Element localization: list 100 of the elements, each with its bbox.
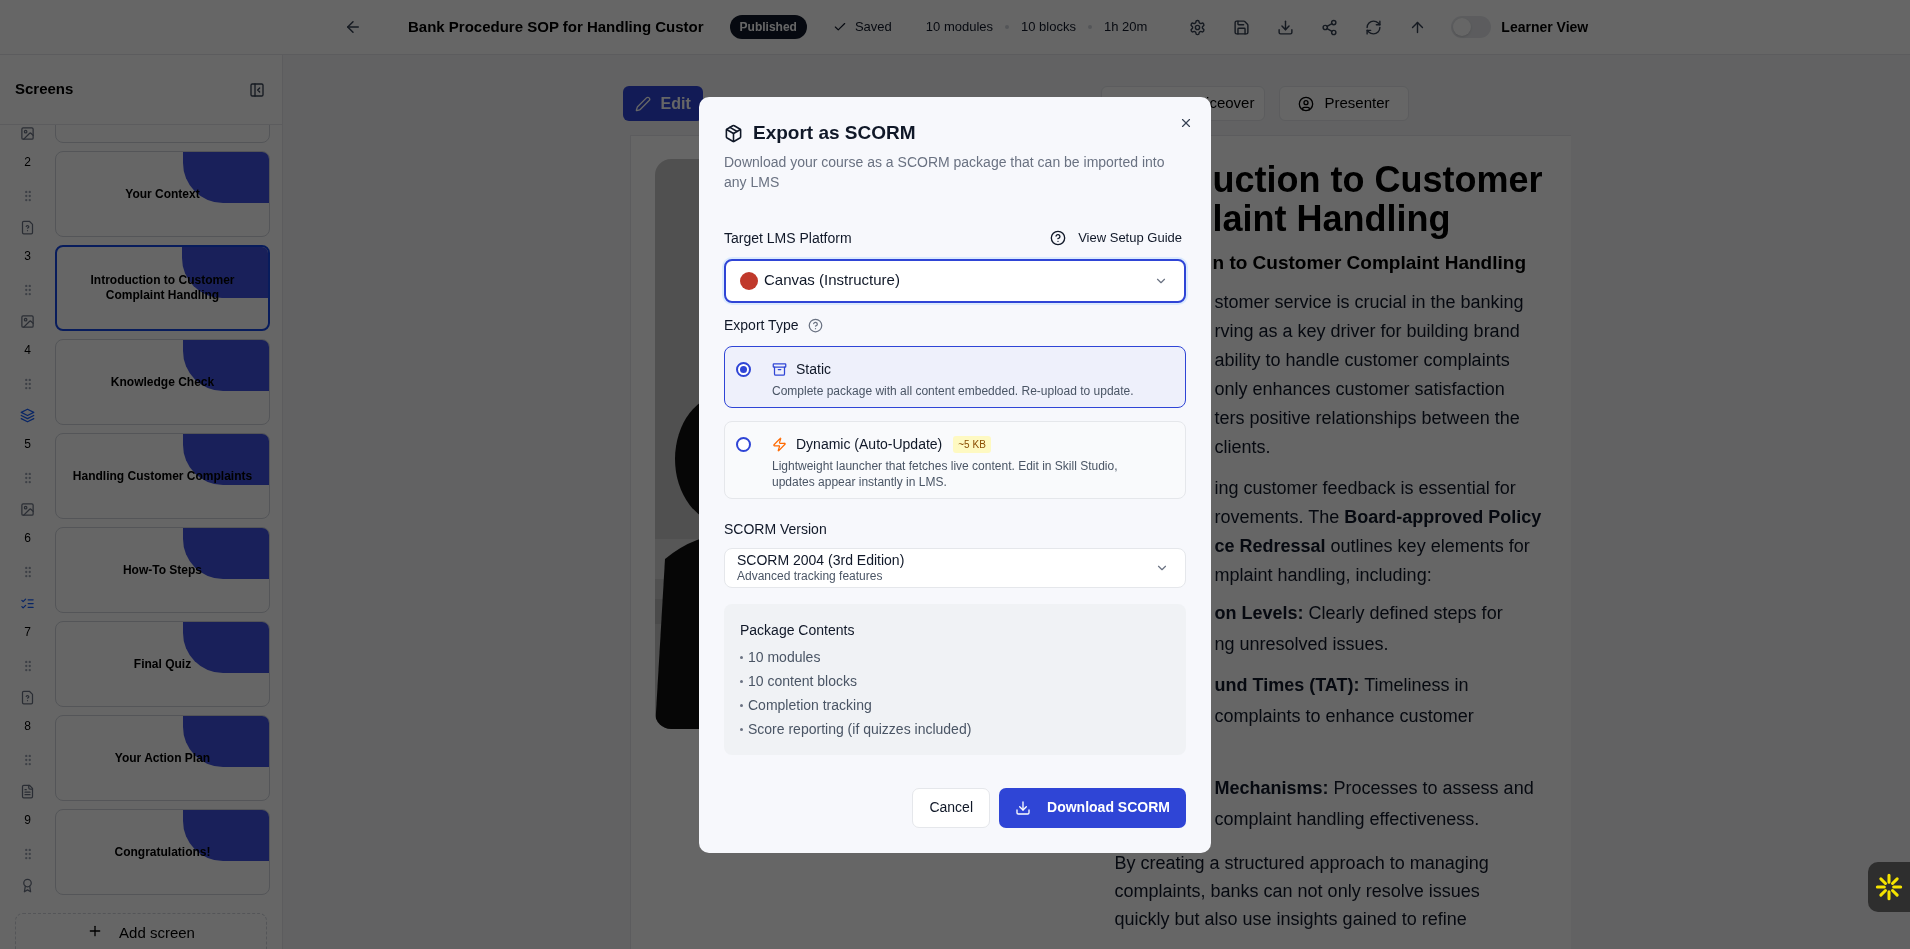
paragraph-text: quickly but also use insights gained to refine (1114, 908, 1467, 931)
bullet-text: Mechanisms: Processes to assess and (1214, 777, 1534, 800)
archive-icon (772, 361, 787, 377)
share-icon (1320, 18, 1338, 36)
slide-subheading: n to Customer Complaint Handling (1212, 251, 1526, 275)
bullet-text: ng unresolved issues. (1214, 633, 1389, 656)
screen-number: 4 (24, 342, 31, 359)
paragraph-text: ability to handle customer complaints (1214, 349, 1510, 372)
slide-heading: laint Handling (1212, 199, 1451, 238)
layers-icon (20, 408, 35, 423)
cancel-button[interactable]: Cancel (912, 787, 990, 828)
dialog-title: Export as SCORM (753, 121, 916, 145)
paragraph-text: rovements. The Board-approved Policy (1214, 506, 1542, 529)
scorm-version-select[interactable]: SCORM 2004 (3rd Edition) Advanced tracking features (724, 547, 1186, 588)
radio-button[interactable] (736, 361, 751, 377)
list-item: 10 content blocks (748, 672, 857, 691)
edit-button[interactable]: Edit (622, 86, 703, 121)
field-label: Target LMS Platform (724, 228, 852, 248)
option-title: Static (796, 359, 831, 379)
paragraph-text: stomer service is crucial in the banking (1214, 291, 1524, 314)
save-icon (1232, 18, 1250, 36)
select-description: Advanced tracking features (737, 569, 884, 583)
paragraph-text: complaints, banks can not only resolve issues (1114, 880, 1480, 903)
field-label: SCORM Version (724, 519, 828, 539)
course-stat: 10 modules (925, 18, 994, 37)
option-title: Dynamic (Auto-Update) (796, 434, 943, 454)
image-icon (20, 314, 35, 329)
user-circle-icon (1298, 95, 1315, 112)
screen-number: 2 (24, 154, 31, 171)
screen-title: How-To Steps (122, 562, 203, 578)
screen-title: Final Quiz (133, 656, 192, 672)
course-stat: 1h 20m (1103, 18, 1148, 37)
radio-button[interactable] (736, 436, 751, 452)
question-icon (20, 220, 35, 235)
setup-guide-link[interactable]: View Setup Guide (1050, 228, 1182, 248)
paragraph-text: only enhances customer satisfaction (1214, 378, 1505, 401)
download-icon (1015, 799, 1032, 816)
paragraph-text: ters positive relationships between the (1214, 407, 1520, 430)
export-option[interactable]: Dynamic (Auto-Update) ~5 KB Lightweight launcher that fetches live content. Edit in Skill Studio, updates appear instantly in LMS. (724, 420, 1186, 499)
slide-heading: uction to Customer (1212, 160, 1543, 199)
lightning-icon (772, 436, 787, 452)
save-status: Saved (854, 18, 892, 37)
list-item: 10 modules (748, 648, 821, 667)
question-icon (20, 690, 35, 705)
screen-number: 3 (24, 248, 31, 265)
paragraph-text: clients. (1214, 436, 1271, 459)
screen-card[interactable]: How-To Steps (55, 527, 270, 613)
sidebar-title: Screens (15, 79, 74, 100)
help-icon (808, 317, 824, 333)
dialog-description: Download your course as a SCORM package that can be imported into any LMS (724, 152, 1166, 192)
check-icon (832, 20, 847, 34)
paragraph-text: ce Redressal outlines key elements for (1214, 535, 1530, 558)
panel-title: Package Contents (740, 620, 856, 640)
package-icon (724, 123, 743, 143)
view-tab[interactable]: Presenter (1279, 86, 1409, 121)
screen-card[interactable]: Your Context (55, 151, 270, 237)
download-button[interactable]: Download SCORM (999, 787, 1186, 828)
select-value: Canvas (Instructure) (764, 270, 901, 291)
paragraph-text: rving as a key driver for building brand (1214, 320, 1520, 343)
paragraph-text: mplaint handling, including: (1214, 564, 1432, 587)
learner-view-label: Learner View (1501, 17, 1589, 37)
size-badge: ~5 KB (953, 435, 991, 453)
refresh-icon (1364, 18, 1382, 36)
document-icon (20, 784, 35, 799)
screen-number: 7 (24, 624, 31, 641)
paragraph-text: ing customer feedback is essential for (1214, 477, 1516, 500)
screen-number: 6 (24, 530, 31, 547)
bullet-text: und Times (TAT): Timeliness in (1214, 674, 1469, 697)
screen-number: 8 (24, 718, 31, 735)
bullet-text: complaints to enhance customer (1214, 705, 1474, 728)
paragraph-text: By creating a structured approach to managing (1114, 852, 1489, 875)
lms-select[interactable]: Canvas (Instructure) (724, 258, 1186, 303)
help-icon (1050, 230, 1067, 246)
export-option[interactable]: Static Complete package with all content embedded. Re-upload to update. (724, 345, 1186, 408)
sparkle-icon (1875, 873, 1903, 901)
field-label: Export Type (724, 315, 799, 335)
image-icon (20, 502, 35, 517)
list-item: Score reporting (if quizzes included) (748, 720, 972, 739)
collapse-panel-icon (249, 81, 265, 98)
option-description: Complete package with all content embedded. Re-upload to update. (772, 382, 1135, 399)
screen-number: 9 (24, 812, 31, 829)
list-item: Completion tracking (748, 696, 872, 715)
pencil-icon (634, 95, 651, 112)
download-icon (1276, 18, 1294, 36)
award-icon (20, 878, 35, 893)
settings-icon (1188, 18, 1206, 36)
image-icon (20, 126, 35, 141)
select-value: SCORM 2004 (3rd Edition) (737, 552, 906, 569)
screen-number: 5 (24, 436, 31, 453)
status-badge: Published (729, 15, 807, 39)
option-description: Lightweight launcher that fetches live content. Edit in Skill Studio, updates appear instantly in LMS. (772, 457, 1119, 490)
checklist-icon (20, 596, 35, 611)
course-title: Bank Procedure SOP for Handling Custor (408, 16, 704, 37)
bullet-text: complaint handling effectiveness. (1214, 808, 1480, 831)
help-widget[interactable] (1868, 862, 1910, 912)
screen-card[interactable]: Final Quiz (55, 621, 270, 707)
add-screen-button[interactable]: Add screen (15, 913, 267, 949)
course-stat: 10 blocks (1021, 18, 1076, 37)
screen-title: Your Context (125, 186, 200, 202)
close-icon (1179, 116, 1193, 130)
